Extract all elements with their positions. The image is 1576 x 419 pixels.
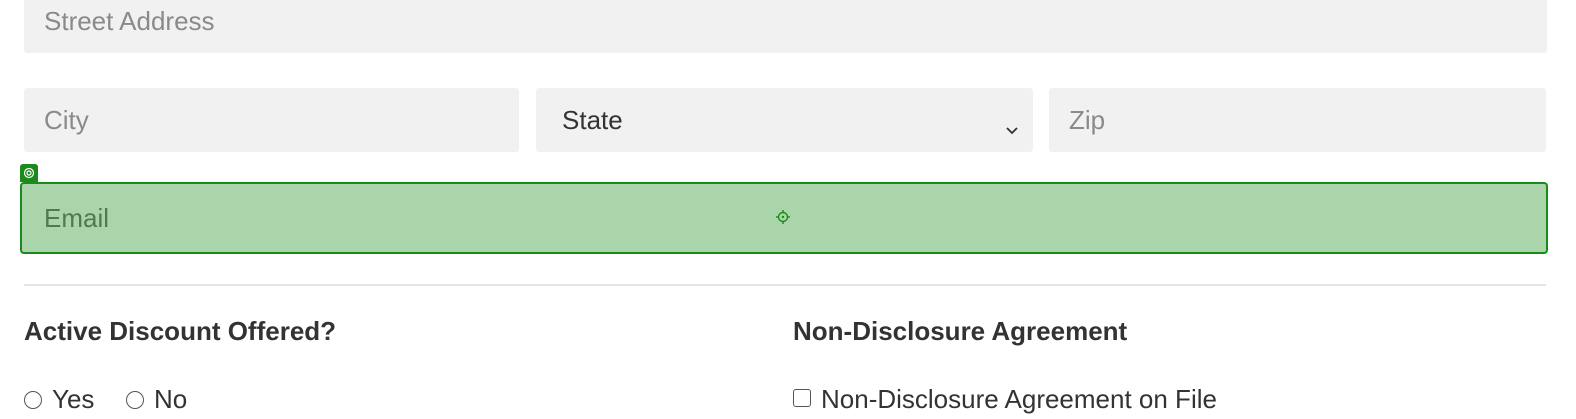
discount-yes-label: Yes xyxy=(52,384,95,414)
section-divider xyxy=(24,284,1546,286)
discount-yes-radio[interactable] xyxy=(24,390,42,409)
state-select[interactable]: State xyxy=(536,88,1033,152)
chevron-down-icon xyxy=(1005,113,1019,135)
street-address-input[interactable] xyxy=(24,0,1547,53)
nda-on-file-label: Non-Disclosure Agreement on File xyxy=(821,384,1217,414)
nda-heading: Non-Disclosure Agreement xyxy=(793,316,1128,346)
discount-no-label: No xyxy=(154,384,188,414)
discount-yes-option[interactable]: Yes xyxy=(24,384,94,415)
city-input[interactable] xyxy=(24,88,519,152)
discount-no-option[interactable]: No xyxy=(126,384,187,415)
nda-on-file-option[interactable]: Non-Disclosure Agreement on File xyxy=(793,384,1217,415)
discount-heading: Active Discount Offered? xyxy=(24,316,337,346)
nda-on-file-checkbox[interactable] xyxy=(793,388,811,407)
discount-no-radio[interactable] xyxy=(126,390,144,409)
zip-input[interactable] xyxy=(1049,88,1546,152)
crosshair-icon xyxy=(776,210,790,224)
focus-target-icon xyxy=(20,164,38,182)
state-select-value: State xyxy=(562,104,623,135)
